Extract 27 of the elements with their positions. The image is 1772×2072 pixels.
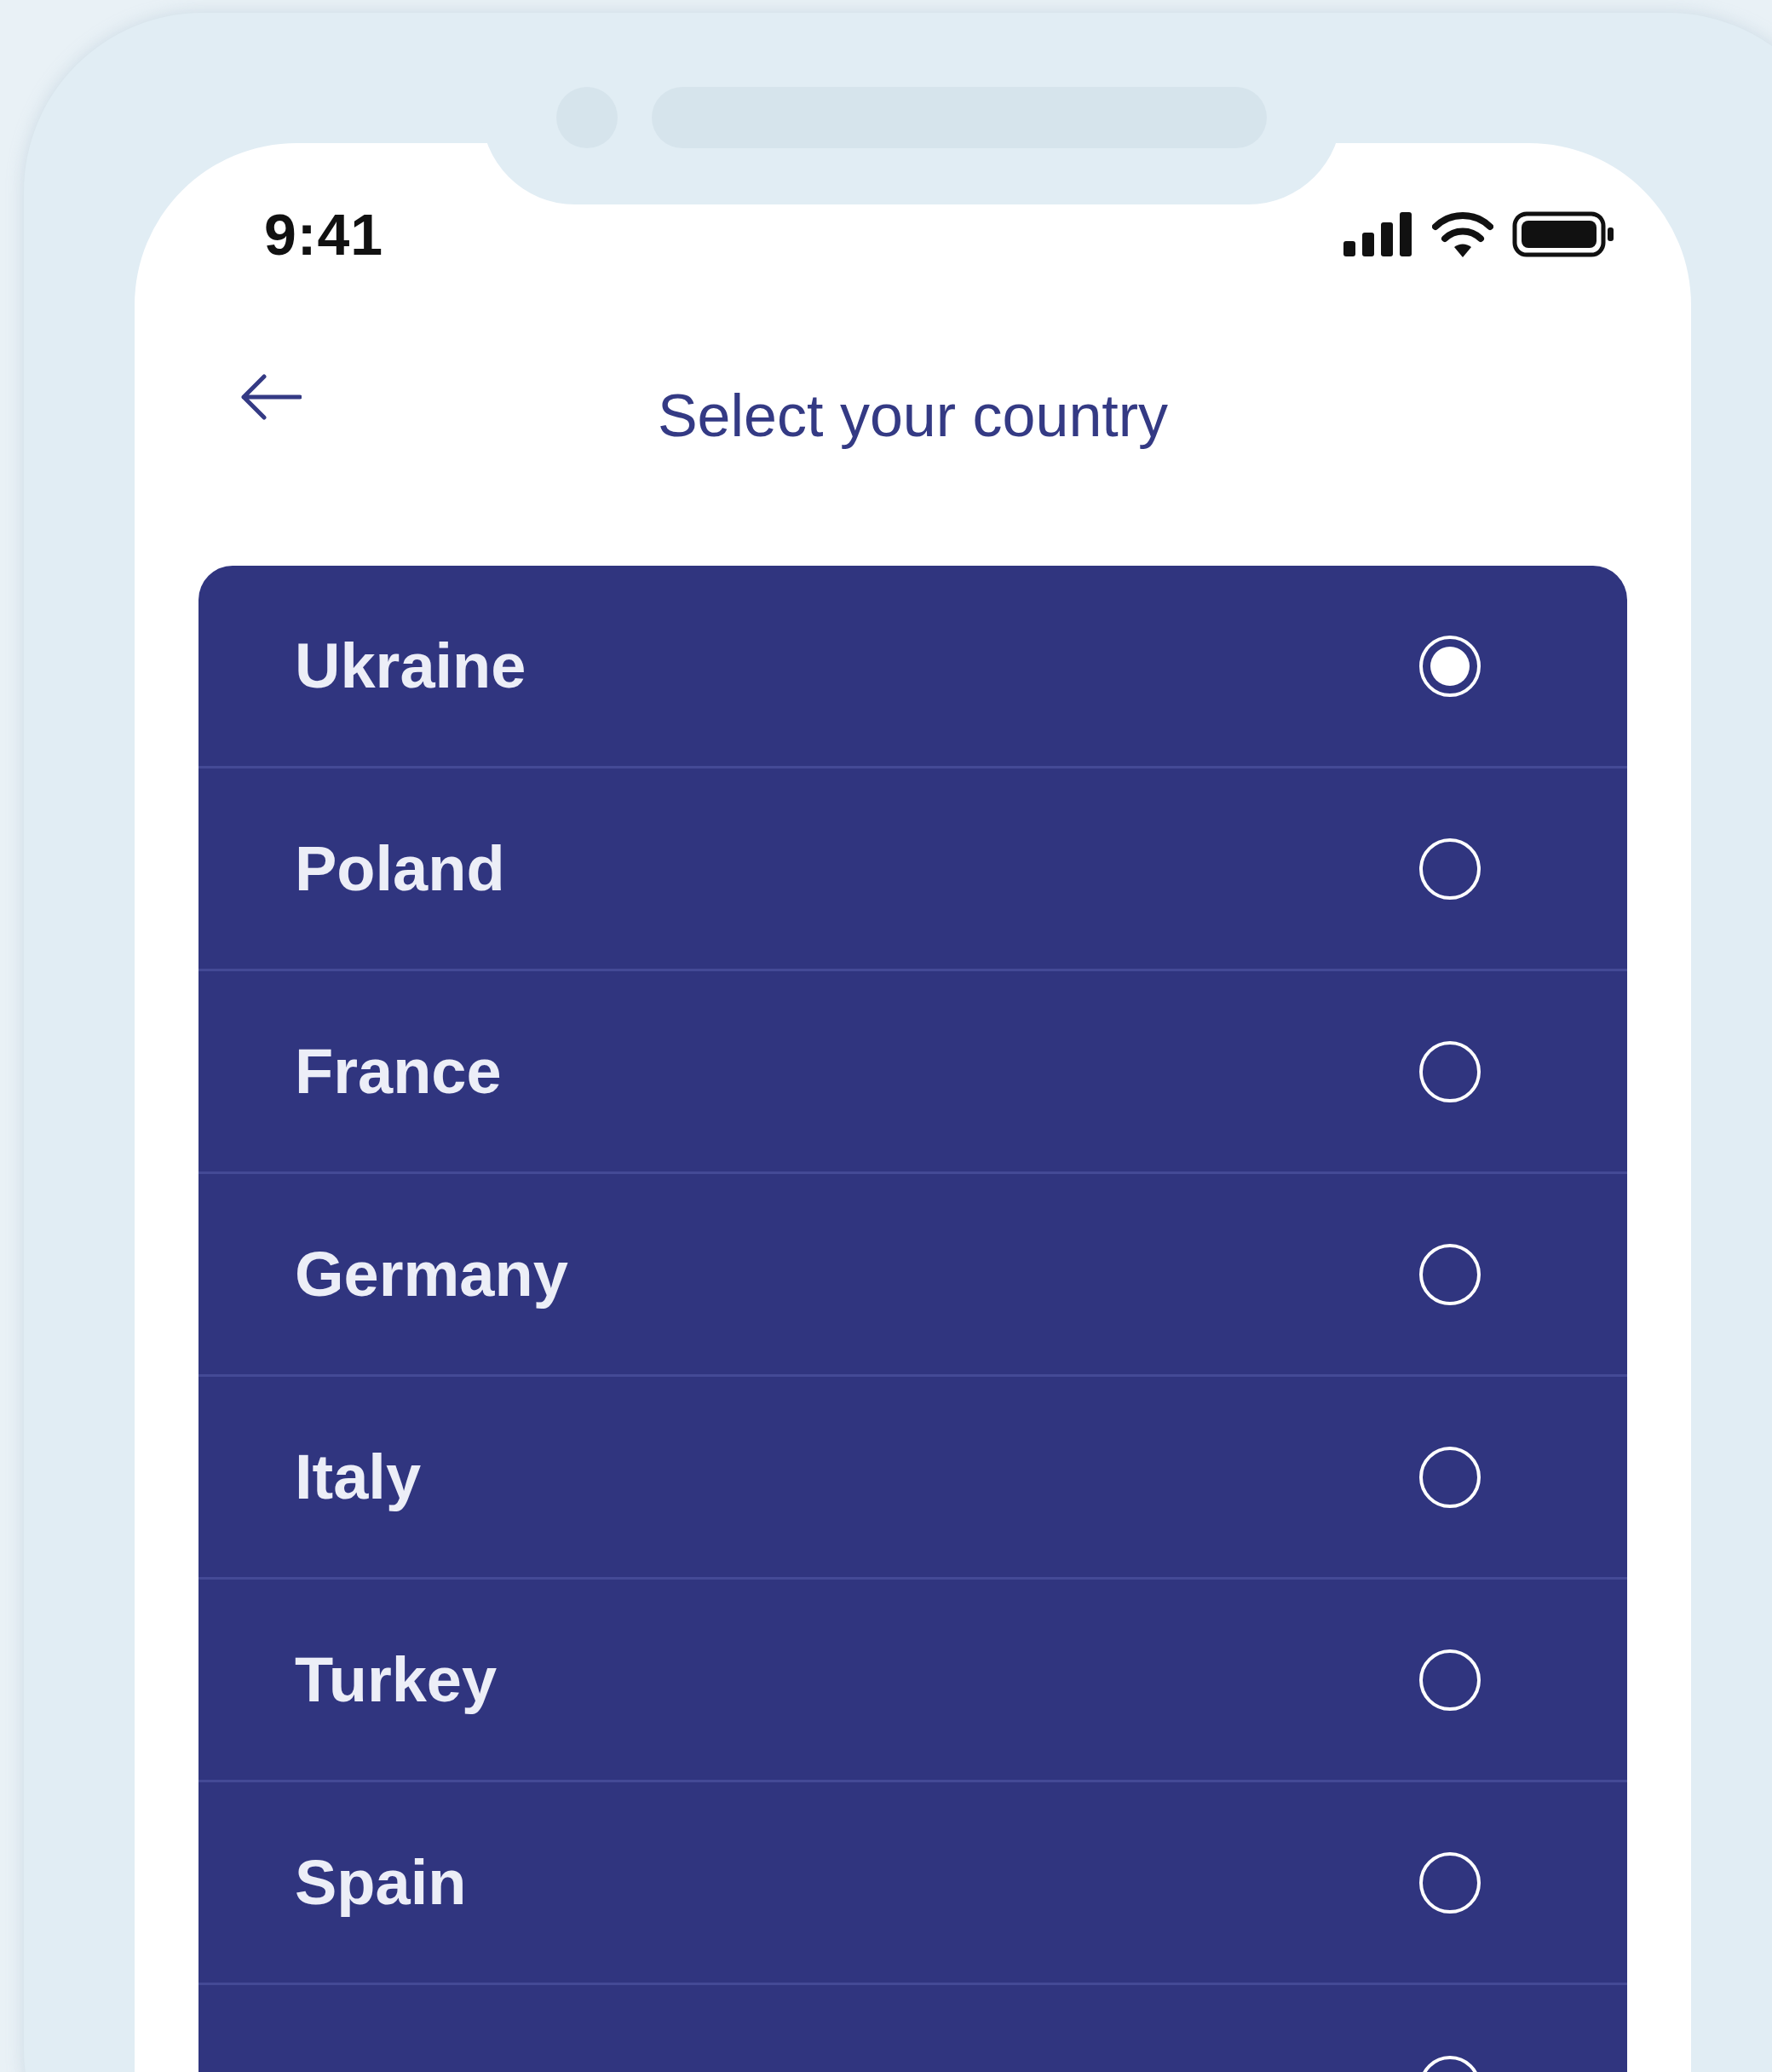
radio-button[interactable]: [1419, 837, 1481, 900]
country-name: Turkey: [295, 1643, 498, 1716]
country-option[interactable]: Italy: [198, 1377, 1627, 1580]
country-name: Spain: [295, 1846, 467, 1919]
country-option[interactable]: France: [198, 971, 1627, 1174]
country-option[interactable]: Germany: [198, 1174, 1627, 1377]
signal-icon: [1343, 211, 1413, 256]
country-name: France: [295, 1035, 502, 1108]
country-option[interactable]: Poland: [198, 768, 1627, 971]
country-option[interactable]: Ukraine: [198, 566, 1627, 768]
country-name: Ukraine: [295, 630, 526, 702]
battery-icon: [1512, 210, 1614, 257]
country-option[interactable]: Spain: [198, 1782, 1627, 1985]
radio-button[interactable]: [1419, 1446, 1481, 1508]
radio-button[interactable]: [1419, 1649, 1481, 1711]
country-name: Poland: [295, 832, 505, 905]
screen-title: Select your country: [657, 381, 1169, 450]
radio-button[interactable]: [1419, 1243, 1481, 1305]
country-option[interactable]: Turkey: [198, 1580, 1627, 1782]
status-time: 9:41: [264, 200, 384, 268]
radio-button[interactable]: [1419, 1851, 1481, 1914]
back-arrow-icon: [240, 372, 302, 421]
country-name: Germany: [295, 1238, 568, 1310]
wifi-icon: [1432, 210, 1493, 257]
radio-button[interactable]: [1419, 635, 1481, 697]
radio-button[interactable]: [1419, 1040, 1481, 1102]
country-name: Italy: [295, 1441, 422, 1513]
